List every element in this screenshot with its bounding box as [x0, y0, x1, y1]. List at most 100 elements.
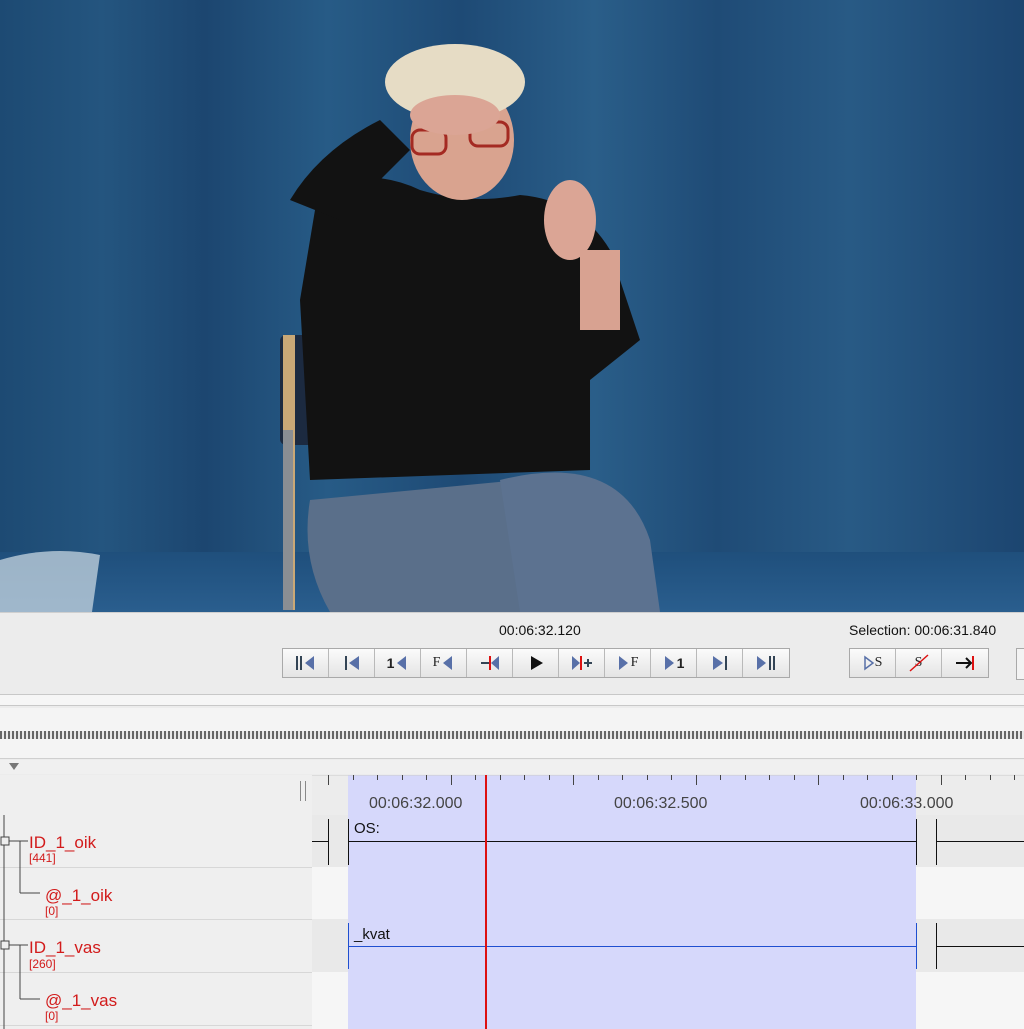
selection-display: Selection: 00:06:31.840 [849, 622, 997, 638]
tier-count: [441] [29, 851, 56, 865]
ruler-tick [891, 775, 893, 780]
extra-button-partial[interactable] [1016, 648, 1024, 680]
play-button[interactable] [513, 649, 559, 677]
annotation-boundary[interactable] [328, 819, 329, 865]
ruler-tick [328, 775, 329, 785]
ruler-tick [695, 775, 697, 785]
next-second-label: 1 [676, 655, 685, 671]
panel-separator[interactable] [0, 694, 1024, 706]
waveform-signal [0, 731, 1024, 739]
row-divider [0, 867, 312, 868]
annotation-bar-active [348, 946, 916, 947]
play-icon [530, 656, 543, 670]
play-selection-button[interactable]: S [850, 649, 896, 677]
ruler-label: 00:06:32.000 [369, 795, 463, 812]
next-scroll-view-button[interactable] [697, 649, 743, 677]
row-divider [0, 919, 312, 920]
tier-name-id-1-vas[interactable]: ID_1_vas [29, 938, 101, 958]
next-frame-label: F [630, 655, 639, 670]
next-second-button[interactable]: 1 [651, 649, 697, 677]
ruler-tick [646, 775, 648, 780]
previous-frame-button[interactable]: F [421, 649, 467, 677]
ruler-tick [842, 775, 844, 780]
tier-name-at-1-vas[interactable]: @_1_vas [45, 991, 117, 1011]
annotation-bar [936, 946, 1024, 947]
go-to-begin-button[interactable] [283, 649, 329, 677]
annotation-boundary[interactable] [916, 923, 917, 969]
selection-buttons: S S [849, 648, 989, 678]
clear-selection-icon [909, 654, 929, 672]
annotation-text[interactable]: _kvat [354, 926, 390, 943]
annotation-text[interactable]: OS: [354, 820, 380, 837]
tier-dropdown-strip [0, 760, 1024, 774]
next-frame-icon [618, 656, 628, 670]
next-scroll-view-icon [712, 656, 727, 670]
tier-names-panel: ID_1_oik [441] @_1_oik [0] ID_1_vas [260… [0, 775, 313, 1029]
ruler-tick [989, 775, 991, 780]
previous-scroll-view-icon [344, 656, 359, 670]
triangle-down-icon[interactable] [8, 761, 22, 773]
previous-second-label: 1 [386, 655, 395, 671]
play-selection-icon [863, 655, 874, 671]
go-to-end-icon [757, 656, 775, 670]
tier-count: [0] [45, 904, 59, 918]
annotation-boundary[interactable] [936, 819, 937, 865]
annotation-timeline: ID_1_oik [441] @_1_oik [0] ID_1_vas [260… [0, 775, 1024, 1029]
ruler-tick [524, 775, 525, 780]
playback-buttons: 1 F F 1 [282, 648, 790, 678]
annotation-bar [312, 841, 328, 842]
annotation-boundary[interactable] [916, 819, 917, 865]
ruler-tick [352, 775, 354, 780]
go-to-end-button[interactable] [743, 649, 789, 677]
ruler-tick [450, 775, 452, 785]
ruler-tick [597, 775, 599, 780]
clear-selection-button[interactable]: S [896, 649, 942, 677]
selection-mode-button[interactable] [942, 649, 988, 677]
annotation-bar [348, 841, 916, 842]
panel-resize-handle[interactable] [300, 781, 306, 801]
ruler-tick [622, 775, 623, 780]
next-frame-button[interactable]: F [605, 649, 651, 677]
annotation-bar [936, 841, 1024, 842]
crosshair-cursor[interactable] [485, 775, 487, 1029]
ruler-tick [793, 775, 795, 780]
tier-tree-lines [0, 815, 40, 1029]
previous-frame-label: F [432, 655, 441, 670]
ruler-tick [573, 775, 574, 785]
play-selection-label: S [874, 655, 883, 670]
ruler-tick [769, 775, 770, 780]
media-controls: 00:06:32.120 Selection: 00:06:31.840 1 F… [0, 612, 1024, 695]
previous-second-button[interactable]: 1 [375, 649, 421, 677]
tier-name-at-1-oik[interactable]: @_1_oik [45, 886, 112, 906]
selection-mode-icon [956, 656, 974, 670]
ruler-label: 00:06:33.000 [860, 795, 954, 812]
ruler-tick [671, 775, 672, 780]
waveform-viewer[interactable] [0, 708, 1024, 759]
video-frame-figure [0, 44, 660, 612]
ruler-tick [401, 775, 403, 780]
go-to-begin-icon [295, 656, 314, 670]
previous-pixel-icon [480, 656, 499, 670]
previous-scroll-view-button[interactable] [329, 649, 375, 677]
ruler-tick [940, 775, 942, 785]
previous-frame-icon [443, 656, 453, 670]
tier-name-id-1-oik[interactable]: ID_1_oik [29, 833, 96, 853]
ruler-tick [965, 775, 966, 780]
annotation-boundary[interactable] [348, 819, 349, 865]
ruler-tick [426, 775, 427, 780]
ruler-tick [548, 775, 550, 780]
next-pixel-button[interactable] [559, 649, 605, 677]
ruler-tick [916, 775, 917, 780]
previous-pixel-button[interactable] [467, 649, 513, 677]
video-viewer[interactable] [0, 0, 1024, 612]
next-pixel-icon [571, 656, 592, 670]
ruler-tick [867, 775, 868, 780]
tier-count: [0] [45, 1009, 59, 1023]
ruler-tick [377, 775, 378, 780]
tier-count: [260] [29, 957, 56, 971]
ruler-tick [818, 775, 819, 785]
ruler-tick [744, 775, 746, 780]
ruler-tick [720, 775, 721, 780]
ruler-tick [499, 775, 501, 780]
next-second-icon [664, 656, 674, 670]
